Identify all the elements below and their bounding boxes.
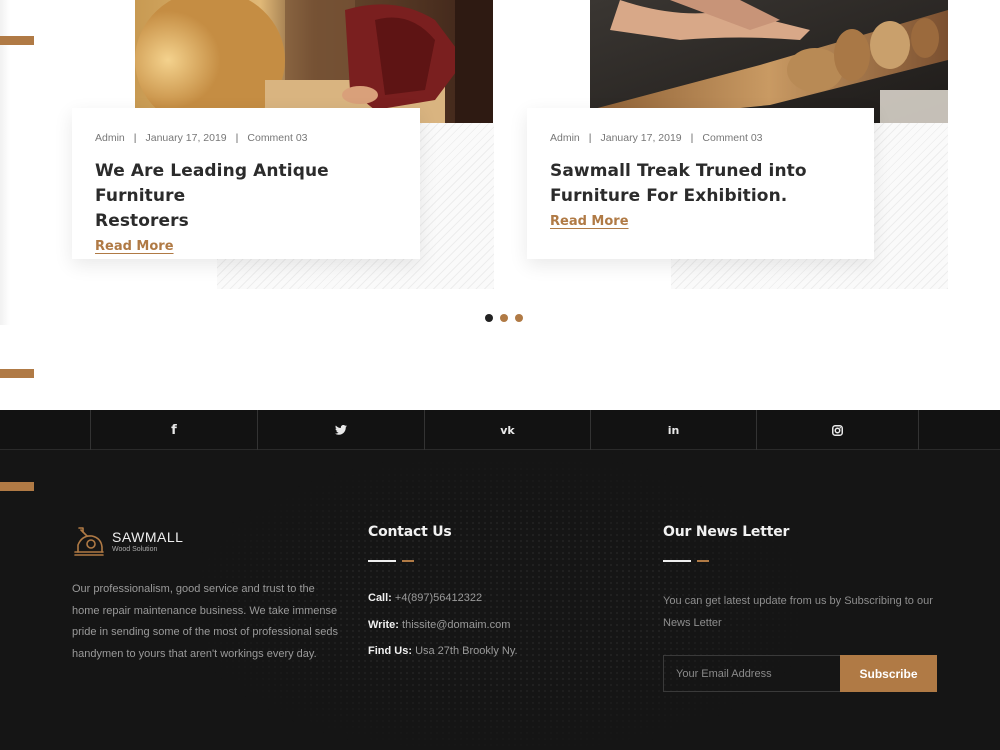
- read-more-link[interactable]: Read More: [95, 239, 174, 254]
- post-author[interactable]: Admin: [550, 132, 580, 144]
- prev-slide-edge: [0, 0, 10, 325]
- post-title[interactable]: We Are Leading Antique Furniture Restore…: [95, 159, 398, 234]
- post-image-woodworker[interactable]: [135, 0, 493, 123]
- accent-bar-top: [0, 36, 34, 45]
- facebook-link[interactable]: f: [90, 410, 257, 450]
- vk-icon: vk: [500, 423, 515, 437]
- address-value: Usa 27th Brookly Ny.: [415, 645, 518, 657]
- saw-logo-icon: [74, 527, 104, 556]
- title-underline-accent: [697, 560, 709, 562]
- read-more-link[interactable]: Read More: [550, 214, 629, 229]
- post-title-line-2[interactable]: Restorers: [95, 211, 189, 231]
- post-date: January 17, 2019: [145, 132, 227, 144]
- subscribe-button[interactable]: Subscribe: [840, 655, 937, 692]
- blog-section: Admin | January 17, 2019 | Comment 03 We…: [0, 0, 1000, 410]
- post-author[interactable]: Admin: [95, 132, 125, 144]
- linkedin-icon: in: [667, 423, 680, 437]
- post-comments[interactable]: Comment 03: [702, 132, 762, 144]
- contact-call: Call: +4(897)56412322: [368, 592, 482, 604]
- footer-about-text: Our professionalism, good service and tr…: [72, 583, 338, 660]
- email-value[interactable]: thissite@domaim.com: [402, 619, 510, 631]
- find-label: Find Us:: [368, 645, 412, 657]
- post-meta: Admin | January 17, 2019 | Comment 03: [550, 132, 852, 144]
- social-links-bar: f vk in: [0, 410, 1000, 450]
- twitter-icon: [335, 425, 347, 435]
- contact-find: Find Us: Usa 27th Brookly Ny.: [368, 645, 518, 657]
- meta-separator: |: [588, 132, 592, 144]
- newsletter-title: Our News Letter: [663, 524, 790, 540]
- newsletter-text: You can get latest update from us by Sub…: [663, 595, 933, 629]
- page: Admin | January 17, 2019 | Comment 03 We…: [0, 0, 1000, 750]
- post-comments[interactable]: Comment 03: [247, 132, 307, 144]
- instagram-link[interactable]: [756, 410, 919, 450]
- blog-post-2: Admin | January 17, 2019 | Comment 03 Sa…: [519, 0, 949, 290]
- site-footer: SAWMALL Wood Solution Our professionalis…: [0, 450, 1000, 750]
- title-underline: [663, 560, 691, 562]
- title-underline: [368, 560, 396, 562]
- post-card: Admin | January 17, 2019 | Comment 03 Sa…: [527, 108, 874, 259]
- title-underline-accent: [402, 560, 414, 562]
- post-title[interactable]: Sawmall Treak Truned into Furniture For …: [550, 159, 852, 209]
- carousel-dot-1[interactable]: [485, 314, 493, 322]
- brand-name: SAWMALL: [112, 528, 184, 545]
- footer-logo[interactable]: SAWMALL Wood Solution: [72, 525, 183, 557]
- meta-separator: |: [690, 132, 694, 144]
- blog-post-1: Admin | January 17, 2019 | Comment 03 We…: [65, 0, 495, 290]
- meta-separator: |: [133, 132, 137, 144]
- linkedin-link[interactable]: in: [590, 410, 756, 450]
- carousel-dot-3[interactable]: [515, 314, 523, 322]
- post-card: Admin | January 17, 2019 | Comment 03 We…: [72, 108, 420, 259]
- contact-title: Contact Us: [368, 524, 452, 540]
- newsletter-email-input[interactable]: [663, 655, 840, 692]
- post-title-line-1[interactable]: We Are Leading Antique Furniture: [95, 161, 329, 206]
- accent-bar-footer: [0, 482, 34, 491]
- vk-link[interactable]: vk: [424, 410, 590, 450]
- post-image-carving[interactable]: [590, 0, 948, 123]
- call-label: Call:: [368, 592, 392, 604]
- brand-tagline: Wood Solution: [112, 545, 158, 553]
- post-title-line-1[interactable]: Sawmall Treak Truned into: [550, 161, 807, 181]
- post-meta: Admin | January 17, 2019 | Comment 03: [95, 132, 398, 144]
- facebook-icon: f: [171, 422, 177, 438]
- accent-bar-bottom: [0, 369, 34, 378]
- write-label: Write:: [368, 619, 399, 631]
- contact-write: Write: thissite@domaim.com: [368, 619, 510, 631]
- post-title-line-2[interactable]: Furniture For Exhibition.: [550, 186, 787, 206]
- twitter-link[interactable]: [257, 410, 424, 450]
- post-date: January 17, 2019: [600, 132, 682, 144]
- carousel-dot-2[interactable]: [500, 314, 508, 322]
- meta-separator: |: [235, 132, 239, 144]
- instagram-icon: [832, 424, 843, 436]
- carousel-pagination: [485, 314, 523, 322]
- call-value[interactable]: +4(897)56412322: [395, 592, 482, 604]
